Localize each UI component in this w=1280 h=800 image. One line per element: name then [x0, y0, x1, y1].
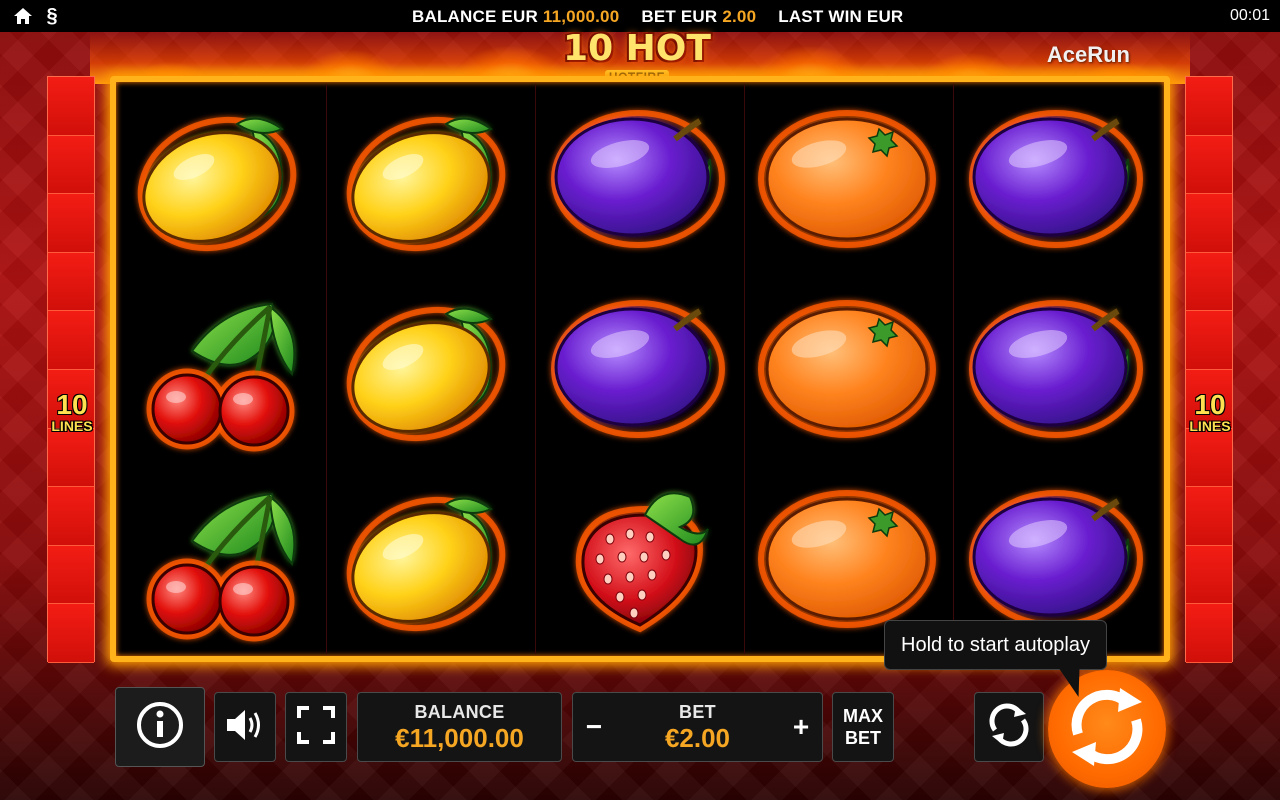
lemon-symbol — [327, 274, 535, 464]
plum-symbol — [954, 274, 1162, 464]
plum-symbol — [954, 84, 1162, 274]
bet-label: BET — [679, 701, 716, 722]
cherry-symbol — [118, 464, 326, 654]
reel-4 — [745, 84, 954, 654]
brand-logo: AceRun — [1046, 42, 1130, 67]
orange-symbol — [745, 274, 953, 464]
bet-display: BET €2.00 — [573, 693, 822, 761]
reel-2 — [327, 84, 536, 654]
reel-1 — [118, 84, 327, 654]
right-lines-panel: 10 LINES — [1185, 76, 1234, 663]
clock: 00:01 — [1229, 7, 1270, 24]
top-stats: BALANCE EUR 11,000.00 BET EUR 2.00 LAST … — [412, 7, 903, 27]
reel-grid — [118, 84, 1162, 654]
top-balance: BALANCE EUR 11,000.00 — [412, 7, 619, 27]
top-last-win-label: LAST WIN EUR — [778, 7, 904, 26]
left-lines-panel: 10 LINES — [47, 76, 96, 663]
top-last-win: LAST WIN EUR — [778, 7, 903, 27]
top-bet: BET EUR 2.00 — [641, 7, 756, 27]
lemon-symbol — [327, 464, 535, 654]
logo-title: 10 HOT — [563, 28, 711, 69]
speaker-icon — [225, 707, 265, 748]
bet-value: €2.00 — [664, 722, 731, 753]
reel-3 — [536, 84, 745, 654]
autoplay-button[interactable] — [974, 692, 1044, 762]
home-icon[interactable] — [12, 5, 34, 27]
paragraph-icon[interactable]: § — [44, 5, 60, 27]
info-icon — [135, 700, 185, 755]
lemon-symbol — [118, 84, 326, 274]
lines-label: LINES — [1189, 418, 1231, 434]
lines-count: 10 — [56, 389, 88, 420]
plum-symbol — [536, 274, 744, 464]
plum-symbol — [536, 84, 744, 274]
sound-button[interactable] — [214, 692, 276, 762]
lemon-symbol — [327, 84, 535, 274]
top-balance-value: 11,000.00 — [542, 7, 620, 26]
lines-badge-right: 10 LINES — [1186, 389, 1234, 434]
bet-control: − BET €2.00 + — [572, 692, 823, 762]
top-balance-label: BALANCE EUR — [412, 7, 538, 26]
lines-count: 10 — [1194, 389, 1226, 420]
max-bet-label-2: BET — [845, 728, 881, 748]
fullscreen-icon — [297, 705, 335, 749]
max-bet-button[interactable]: MAX BET — [832, 692, 894, 762]
balance-label: BALANCE — [414, 701, 505, 722]
balance-display: BALANCE €11,000.00 — [357, 692, 562, 762]
max-bet-label-1: MAX — [843, 706, 883, 726]
top-bet-value: 2.00 — [722, 7, 757, 26]
orange-symbol — [745, 84, 953, 274]
autoplay-tooltip: Hold to start autoplay — [884, 620, 1107, 670]
bet-increase-button[interactable]: + — [786, 711, 816, 743]
cherry-symbol — [118, 274, 326, 464]
lines-badge-left: 10 LINES — [48, 389, 96, 434]
balance-value: €11,000.00 — [395, 722, 524, 753]
info-button[interactable] — [115, 687, 205, 767]
top-bet-label: BET EUR — [641, 7, 718, 26]
reel-5 — [954, 84, 1162, 654]
strawberry-symbol — [536, 464, 744, 654]
lines-label: LINES — [51, 418, 93, 434]
autoplay-icon — [986, 702, 1032, 753]
fullscreen-button[interactable] — [285, 692, 347, 762]
